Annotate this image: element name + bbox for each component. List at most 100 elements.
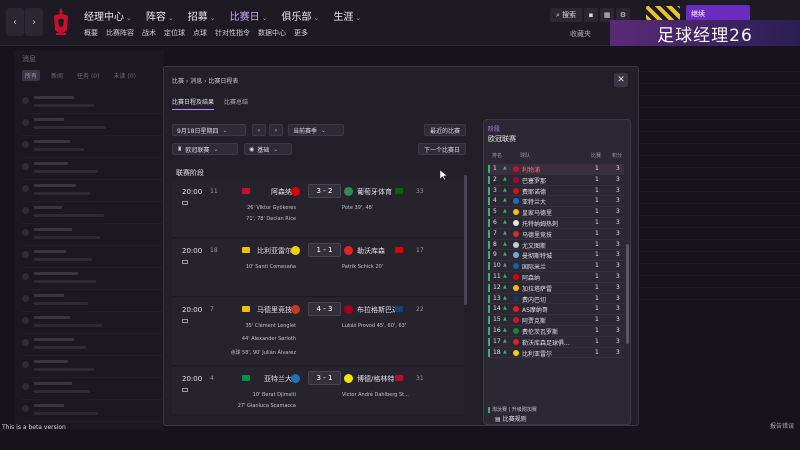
table-row[interactable]: 6 ▲ 托特纳姆热刺 1 3 bbox=[488, 218, 624, 229]
tab-match-summary[interactable]: 比赛总结 bbox=[224, 97, 248, 110]
list-item[interactable] bbox=[22, 268, 162, 290]
season-select[interactable]: 当前赛季 ⌄ bbox=[288, 124, 344, 136]
next-date-icon[interactable]: › bbox=[269, 124, 283, 136]
home-team[interactable]: 比利亚雷尔 bbox=[256, 246, 292, 256]
search-button[interactable]: ⌕ 搜索 bbox=[550, 8, 582, 22]
team-name[interactable]: 费伦茨瓦罗斯 bbox=[522, 327, 558, 336]
table-row[interactable]: 18 ▲ 比利亚雷尔 1 3 bbox=[488, 348, 624, 359]
submenu-overview[interactable]: 概要 bbox=[84, 28, 98, 38]
team-name[interactable]: 加拉塔萨雷 bbox=[522, 284, 552, 293]
team-name[interactable]: 托特纳姆热刺 bbox=[522, 219, 558, 228]
list-item[interactable] bbox=[22, 92, 162, 114]
table-row[interactable]: 7 ▲ 马德里竞技 1 3 bbox=[488, 229, 624, 240]
team-name[interactable]: AS摩纳哥 bbox=[522, 305, 548, 314]
fixture-row[interactable]: 20:00 18 比利亚雷尔 1 - 1 勒沃库森 17 10' Santi C… bbox=[172, 239, 464, 297]
away-team[interactable]: 博德/格林特 bbox=[357, 374, 395, 384]
team-name[interactable]: 尤文图斯 bbox=[522, 241, 546, 250]
tab-fixtures-results[interactable]: 比赛日程及结果 bbox=[172, 97, 215, 110]
table-row[interactable]: 8 ▲ 尤文图斯 1 3 bbox=[488, 240, 624, 251]
menu-matchday[interactable]: 比赛日 ⌄ bbox=[230, 8, 268, 23]
inbox-tab-news[interactable]: 新闻 bbox=[48, 70, 66, 81]
table-row[interactable]: 2 ▲ 巴塞罗那 1 3 bbox=[488, 175, 624, 186]
list-item[interactable] bbox=[22, 334, 162, 356]
fixture-row[interactable]: 20:00 7 马德里竞技 4 - 3 布拉格斯巴达 22 35' Clémen… bbox=[172, 298, 464, 366]
list-item[interactable] bbox=[22, 290, 162, 312]
table-row[interactable]: 15 ▲ 阿贾克斯 1 3 bbox=[488, 315, 624, 326]
team-name[interactable]: 国际米兰 bbox=[522, 262, 546, 271]
team-name[interactable]: 马德里竞技 bbox=[522, 230, 552, 239]
team-name[interactable]: 巴塞罗那 bbox=[522, 176, 546, 185]
standings-title[interactable]: 欧冠联赛 bbox=[488, 134, 516, 144]
inbox-tab-tasks[interactable]: 任务 (0) bbox=[74, 70, 102, 81]
table-row[interactable]: 14 ▲ AS摩纳哥 1 3 bbox=[488, 304, 624, 316]
list-item[interactable] bbox=[22, 202, 162, 224]
table-row[interactable]: 4 ▲ 亚特兰大 1 3 bbox=[488, 196, 624, 208]
submenu-match-squad[interactable]: 比赛阵容 bbox=[106, 28, 134, 38]
team-name[interactable]: 阿森纳 bbox=[522, 273, 540, 282]
submenu-tactics[interactable]: 战术 bbox=[142, 28, 156, 38]
table-row[interactable]: 11 ▲ 阿森纳 1 3 bbox=[488, 272, 624, 283]
submenu-more[interactable]: 更多 bbox=[294, 28, 308, 38]
team-name[interactable]: 曼彻斯特城 bbox=[522, 251, 552, 260]
home-team[interactable]: 阿森纳 bbox=[256, 187, 292, 197]
list-item[interactable] bbox=[22, 356, 162, 378]
score-button[interactable]: 4 - 3 bbox=[308, 302, 341, 316]
team-name[interactable]: 亚特兰大 bbox=[522, 197, 546, 206]
score-button[interactable]: 3 - 2 bbox=[308, 184, 341, 198]
table-row[interactable]: 3 ▲ 费耶诺德 1 3 bbox=[488, 186, 624, 197]
away-team[interactable]: 布拉格斯巴达 bbox=[357, 305, 395, 315]
team-name[interactable]: 勒沃库森足球俱... bbox=[522, 338, 570, 347]
prev-date-icon[interactable]: ‹ bbox=[252, 124, 266, 136]
inbox-icon[interactable]: ▪ bbox=[584, 8, 598, 22]
table-row[interactable]: 17 ▲ 勒沃库森足球俱... 1 3 bbox=[488, 337, 624, 348]
breadcrumb[interactable]: 比赛 › 消息 › 比赛日程表 bbox=[172, 76, 238, 85]
club-logo[interactable] bbox=[48, 6, 74, 40]
forward-arrow-icon[interactable]: › bbox=[25, 8, 43, 36]
list-item[interactable] bbox=[22, 400, 162, 422]
report-bug-button[interactable]: 报告错误 bbox=[770, 423, 794, 430]
table-row[interactable]: 5 ▲ 皇家马德里 1 3 bbox=[488, 207, 624, 218]
list-item[interactable] bbox=[22, 378, 162, 400]
list-item[interactable] bbox=[22, 224, 162, 246]
list-item[interactable] bbox=[22, 246, 162, 268]
submenu-set-pieces[interactable]: 定位球 bbox=[164, 28, 185, 38]
inbox-tab-all[interactable]: 所有 bbox=[22, 70, 41, 81]
fixture-row[interactable]: 20:00 11 阿森纳 3 - 2 葡萄牙体育 33 26' Viktor G… bbox=[172, 180, 464, 238]
list-item[interactable] bbox=[22, 312, 162, 334]
table-row[interactable]: 1 ▲ 利物浦 1 3 bbox=[488, 164, 624, 175]
menu-club[interactable]: 俱乐部 ⌄ bbox=[282, 8, 320, 23]
list-item[interactable] bbox=[22, 114, 162, 136]
table-row[interactable]: 12 ▲ 加拉塔萨雷 1 3 bbox=[488, 283, 624, 294]
submenu-opposition-instructions[interactable]: 针对性指令 bbox=[215, 28, 250, 38]
menu-recruitment[interactable]: 招募 ⌄ bbox=[188, 8, 216, 23]
team-name[interactable]: 费耶诺德 bbox=[522, 187, 546, 196]
home-team[interactable]: 亚特兰大 bbox=[256, 374, 292, 384]
menu-squad[interactable]: 阵容 ⌄ bbox=[146, 8, 174, 23]
table-row[interactable]: 10 ▲ 国际米兰 1 3 bbox=[488, 261, 624, 272]
away-team[interactable]: 葡萄牙体育 bbox=[357, 187, 395, 197]
competition-select[interactable]: ♜ 欧冠联赛 ⌄ bbox=[172, 143, 238, 155]
team-name[interactable]: 费内巴切 bbox=[522, 295, 546, 304]
fixture-row[interactable]: 20:00 4 亚特兰大 3 - 1 博德/格林特 31 10' Berat D… bbox=[172, 367, 464, 414]
fixture-scrollbar[interactable] bbox=[464, 175, 467, 305]
menu-career[interactable]: 生涯 ⌄ bbox=[333, 8, 361, 23]
date-select[interactable]: 9月18日星期四 ⌄ bbox=[172, 124, 246, 136]
score-button[interactable]: 1 - 1 bbox=[308, 243, 341, 257]
view-select[interactable]: ◉ 基础 ⌄ bbox=[244, 143, 292, 155]
inbox-tab-unread[interactable]: 未读 (0) bbox=[110, 70, 138, 81]
list-item[interactable] bbox=[22, 136, 162, 158]
list-item[interactable] bbox=[22, 180, 162, 202]
submenu-data-hub[interactable]: 数据中心 bbox=[258, 28, 286, 38]
back-arrow-icon[interactable]: ‹ bbox=[6, 8, 24, 36]
submenu-penalties[interactable]: 点球 bbox=[193, 28, 207, 38]
competition-rules-link[interactable]: ▤ 比赛规则 bbox=[495, 414, 527, 423]
team-name[interactable]: 阿贾克斯 bbox=[522, 316, 546, 325]
menu-manager-center[interactable]: 经理中心 ⌄ bbox=[84, 8, 132, 23]
list-item[interactable] bbox=[22, 158, 162, 180]
recent-matches-button[interactable]: 最近的比赛 bbox=[424, 124, 466, 136]
next-matchday-button[interactable]: 下一个比赛日 bbox=[418, 143, 466, 155]
table-row[interactable]: 16 ▲ 费伦茨瓦罗斯 1 3 bbox=[488, 326, 624, 337]
standings-scrollbar[interactable] bbox=[626, 244, 629, 344]
home-team[interactable]: 马德里竞技 bbox=[256, 305, 292, 315]
away-team[interactable]: 勒沃库森 bbox=[357, 246, 395, 256]
